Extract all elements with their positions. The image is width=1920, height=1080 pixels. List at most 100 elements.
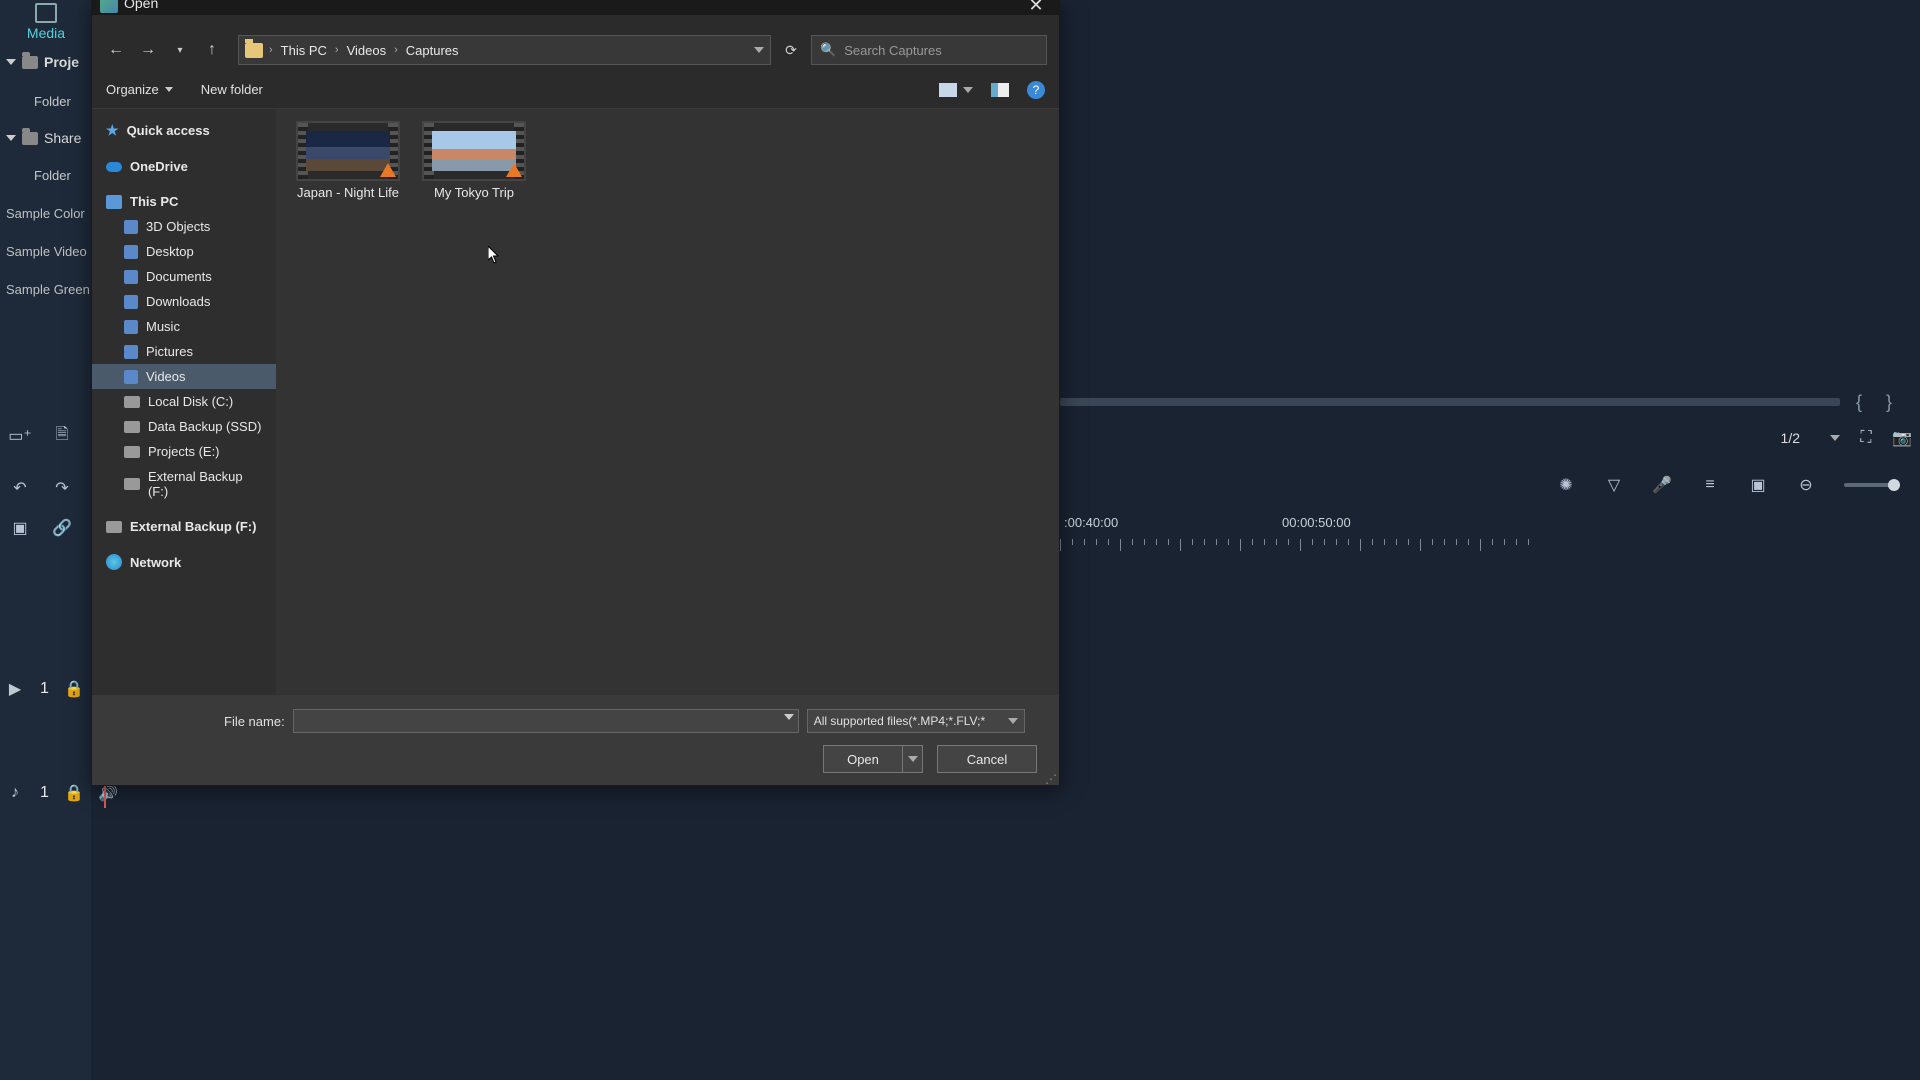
layout-icon[interactable]: ▣ <box>10 518 30 538</box>
sample-item[interactable]: Sample Green <box>6 282 90 297</box>
preview-progress[interactable] <box>1060 398 1840 406</box>
open-dropdown[interactable] <box>903 745 923 773</box>
nav-row: ← → ▾ ↑ › This PC › Videos › Captures ⟳ … <box>92 29 1059 71</box>
chevron-down-icon <box>963 87 973 93</box>
refresh-button[interactable]: ⟳ <box>779 42 803 59</box>
out-bracket-icon[interactable]: } <box>1886 392 1892 413</box>
open-button[interactable]: Open <box>823 745 903 773</box>
tree-external-backup-f2[interactable]: External Backup (F:) <box>92 514 276 539</box>
tree-data-backup-ssd[interactable]: Data Backup (SSD) <box>92 414 276 439</box>
shield-icon[interactable]: ▽ <box>1604 475 1624 495</box>
dialog-body: ★ Quick access OneDrive This PC 3D Objec… <box>92 109 1059 695</box>
expand-icon <box>6 59 16 65</box>
help-button[interactable]: ? <box>1027 81 1045 99</box>
tree-videos[interactable]: Videos <box>92 364 276 389</box>
snapshot-icon[interactable]: 📷 <box>1892 428 1912 448</box>
vlc-icon <box>380 163 396 177</box>
tree-network[interactable]: Network <box>92 549 276 575</box>
breadcrumb-item[interactable]: This PC <box>277 43 331 58</box>
breadcrumb-item[interactable]: Captures <box>402 43 463 58</box>
file-list[interactable]: Japan - Night Life My Tokyo Trip <box>276 109 1059 695</box>
tree-downloads[interactable]: Downloads <box>92 289 276 314</box>
breadcrumb-item[interactable]: Videos <box>343 43 391 58</box>
audio-track-header[interactable]: ♪ 1 🔒 🔊 <box>6 784 117 802</box>
up-button[interactable]: ↑ <box>200 38 224 62</box>
file-item[interactable]: Japan - Night Life <box>294 121 402 202</box>
add-file-icon[interactable]: 🗎 <box>52 426 72 446</box>
chevron-down-icon <box>784 714 794 720</box>
chevron-down-icon <box>1008 718 1018 724</box>
tree-label: Videos <box>146 369 186 384</box>
folder-icon <box>22 56 38 69</box>
sample-item[interactable]: Sample Color <box>6 206 85 221</box>
media-tab[interactable]: Media <box>16 0 76 41</box>
filename-input[interactable] <box>293 709 799 733</box>
tree-3d-objects[interactable]: 3D Objects <box>92 214 276 239</box>
network-icon <box>106 554 122 570</box>
file-item[interactable]: My Tokyo Trip <box>420 121 528 202</box>
button-row: Open Cancel <box>104 745 1047 773</box>
address-bar[interactable]: › This PC › Videos › Captures <box>238 35 771 65</box>
cancel-button[interactable]: Cancel <box>937 745 1037 773</box>
folder-tree: ★ Quick access OneDrive This PC 3D Objec… <box>92 109 276 695</box>
lock-icon[interactable]: 🔒 <box>65 680 83 698</box>
tree-onedrive[interactable]: OneDrive <box>92 154 276 179</box>
slider-thumb[interactable] <box>1888 479 1900 491</box>
tree-external-backup-f[interactable]: External Backup (F:) <box>92 464 276 504</box>
back-button[interactable]: ← <box>104 38 128 62</box>
expand-icon <box>6 135 16 141</box>
redo-icon[interactable]: ↷ <box>52 478 72 498</box>
video-thumbnail <box>422 121 526 181</box>
tree-label: Local Disk (C:) <box>148 394 233 409</box>
fullscreen-icon[interactable]: ⛶ <box>1856 428 1876 448</box>
tree-this-pc[interactable]: This PC <box>92 189 276 214</box>
address-dropdown[interactable] <box>754 47 764 53</box>
mic-icon[interactable]: 🎤 <box>1652 475 1672 495</box>
undo-icon[interactable]: ↶ <box>10 478 30 498</box>
media-tab-label: Media <box>27 25 65 41</box>
tree-quick-access[interactable]: ★ Quick access <box>92 117 276 144</box>
speaker-icon[interactable]: 🔊 <box>99 784 117 802</box>
add-folder-icon[interactable]: ▭⁺ <box>10 426 30 446</box>
link-icon[interactable]: 🔗 <box>52 518 72 538</box>
tree-local-disk-c[interactable]: Local Disk (C:) <box>92 389 276 414</box>
forward-button[interactable]: → <box>136 38 160 62</box>
file-type-filter[interactable]: All supported files(*.MP4;*.FLV;* <box>807 709 1025 733</box>
zoom-slider[interactable] <box>1844 483 1900 487</box>
tree-label: This PC <box>130 194 178 209</box>
list-icon[interactable]: ≡ <box>1700 475 1720 495</box>
tree-desktop[interactable]: Desktop <box>92 239 276 264</box>
tree-projects-e[interactable]: Projects (E:) <box>92 439 276 464</box>
preview-pane-button[interactable] <box>991 83 1009 97</box>
project-row[interactable]: Proje <box>6 54 79 70</box>
video-track-icon: ▶ <box>6 680 24 698</box>
in-bracket-icon[interactable]: { <box>1856 392 1862 413</box>
tree-label: OneDrive <box>130 159 188 174</box>
timeline-ruler[interactable]: :00:40:00 00:00:50:00 <box>1060 515 1920 555</box>
media-icon <box>35 3 57 23</box>
sample-item[interactable]: Sample Video <box>6 244 87 259</box>
pager[interactable]: 1/2 <box>1781 430 1840 446</box>
frame-icon[interactable]: ▣ <box>1748 475 1768 495</box>
dialog-title: Open <box>124 0 158 11</box>
tree-music[interactable]: Music <box>92 314 276 339</box>
chevron-right-icon: › <box>269 44 273 56</box>
tree-label: Documents <box>146 269 212 284</box>
filename-label: File name: <box>224 714 285 729</box>
tree-pictures[interactable]: Pictures <box>92 339 276 364</box>
lock-icon[interactable]: 🔒 <box>65 784 83 802</box>
gear-icon[interactable]: ✺ <box>1556 475 1576 495</box>
new-folder-button[interactable]: New folder <box>201 82 263 97</box>
shared-row[interactable]: Share <box>6 130 81 146</box>
view-mode-button[interactable] <box>939 83 973 97</box>
close-button[interactable]: ✕ <box>1021 0 1051 16</box>
resize-grip[interactable]: ⋰ <box>1045 776 1057 783</box>
zoom-out-icon[interactable]: ⊖ <box>1796 475 1816 495</box>
folder-sublabel: Folder <box>34 94 71 109</box>
organize-button[interactable]: Organize <box>106 82 173 97</box>
tree-documents[interactable]: Documents <box>92 264 276 289</box>
search-input[interactable]: 🔍 Search Captures <box>811 35 1047 65</box>
drive-icon <box>124 478 140 490</box>
folder-icon <box>124 245 138 259</box>
history-dropdown[interactable]: ▾ <box>168 38 192 62</box>
